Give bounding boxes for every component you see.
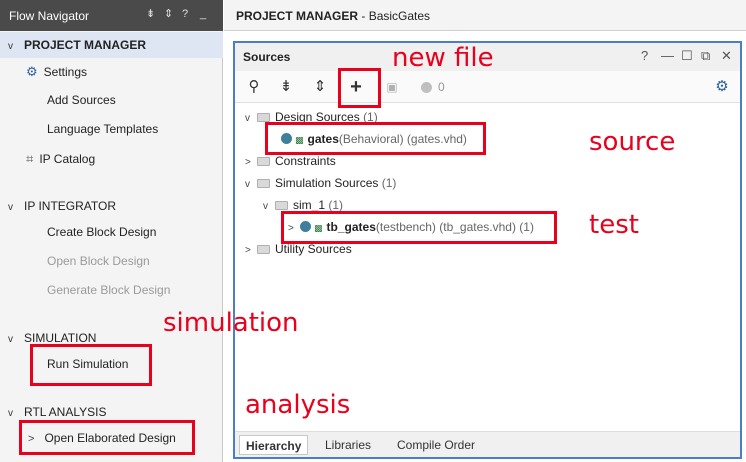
help-icon[interactable]: ? xyxy=(641,48,648,63)
help-icon[interactable]: ? xyxy=(182,8,188,20)
collapse-all-icon[interactable]: ⇟ xyxy=(146,8,155,20)
chevron-down-icon: v xyxy=(245,179,250,190)
status-count: 0 xyxy=(438,80,445,94)
nav-item-add-sources[interactable]: Add Sources xyxy=(47,93,116,107)
flow-navigator-header: Flow Navigator ⇟ ⇕ ? _ xyxy=(0,0,223,31)
float-icon[interactable]: ⧉ xyxy=(701,48,710,64)
expand-icon[interactable]: ⇕ xyxy=(164,8,173,20)
collapse-all-icon[interactable]: ⇟ xyxy=(275,76,297,98)
annotation-simulation: simulation xyxy=(163,308,299,338)
annotation-source: source xyxy=(589,127,676,157)
annotation-box-test xyxy=(281,211,557,244)
flow-navigator-title: Flow Navigator xyxy=(9,9,90,23)
section-rtl-analysis[interactable]: v RTL ANALYSIS xyxy=(8,405,106,419)
close-icon[interactable]: ✕ xyxy=(721,48,732,64)
maximize-icon[interactable]: ☐ xyxy=(681,48,693,64)
nav-item-open-block-design[interactable]: Open Block Design xyxy=(47,254,150,268)
annotation-box-source xyxy=(265,122,486,155)
annotation-box-analysis xyxy=(19,420,195,455)
nav-item-generate-block-design[interactable]: Generate Block Design xyxy=(47,283,170,297)
chevron-down-icon: v xyxy=(8,202,13,213)
sources-toolbar: ⚲ ⇟ ⇕ + ▣ 0 ⚙ xyxy=(235,71,740,103)
tab-compile-order[interactable]: Compile Order xyxy=(391,435,481,455)
annotation-analysis: analysis xyxy=(245,390,351,420)
page-title: PROJECT MANAGER - BasicGates xyxy=(236,9,431,23)
annotation-box-add-button xyxy=(338,68,381,108)
chevron-down-icon: v xyxy=(8,334,13,345)
chevron-down-icon: v xyxy=(8,41,13,52)
minimize-icon[interactable]: _ xyxy=(200,8,206,20)
folder-icon xyxy=(257,245,270,254)
tab-hierarchy[interactable]: Hierarchy xyxy=(239,435,309,455)
search-icon[interactable]: ⚲ xyxy=(243,76,265,98)
chevron-down-icon: v xyxy=(245,113,250,124)
sources-title: Sources xyxy=(243,50,291,64)
folder-icon xyxy=(275,201,288,210)
gear-icon[interactable]: ⚙ xyxy=(711,76,733,98)
minimize-icon[interactable]: — xyxy=(661,48,674,63)
annotation-new-file: new file xyxy=(392,43,494,73)
gear-icon: ⚙ xyxy=(26,64,38,79)
tab-libraries[interactable]: Libraries xyxy=(319,435,377,455)
nav-item-language-templates[interactable]: Language Templates xyxy=(47,122,158,136)
status-circle-icon xyxy=(421,82,432,93)
sources-tab-bar: Hierarchy Libraries Compile Order xyxy=(235,431,740,457)
annotation-box-simulation xyxy=(30,344,152,386)
nav-item-settings[interactable]: ⚙ Settings xyxy=(26,64,87,80)
chip-icon: ⌗ xyxy=(26,151,34,166)
folder-icon xyxy=(257,179,270,188)
chevron-down-icon: v xyxy=(8,408,13,419)
folder-icon xyxy=(257,157,270,166)
flow-navigator-panel: Flow Navigator ⇟ ⇕ ? _ v PROJECT MANAGER … xyxy=(0,0,223,462)
chevron-down-icon: v xyxy=(263,201,268,212)
folder-icon xyxy=(257,113,270,122)
nav-item-ip-catalog[interactable]: ⌗ IP Catalog xyxy=(26,151,95,167)
properties-icon[interactable]: ▣ xyxy=(381,76,403,98)
nav-item-create-block-design[interactable]: Create Block Design xyxy=(47,225,156,239)
chevron-right-icon: > xyxy=(245,245,251,256)
annotation-test: test xyxy=(589,210,639,240)
section-ip-integrator[interactable]: v IP INTEGRATOR xyxy=(8,199,116,213)
project-manager-title-bar: PROJECT MANAGER - BasicGates xyxy=(224,0,746,31)
section-project-manager[interactable]: v PROJECT MANAGER xyxy=(8,38,146,52)
section-simulation[interactable]: v SIMULATION xyxy=(8,331,96,345)
chevron-right-icon: > xyxy=(245,157,251,168)
expand-all-icon[interactable]: ⇕ xyxy=(309,76,331,98)
tree-simulation-sources[interactable]: v Simulation Sources (1) xyxy=(245,172,396,194)
